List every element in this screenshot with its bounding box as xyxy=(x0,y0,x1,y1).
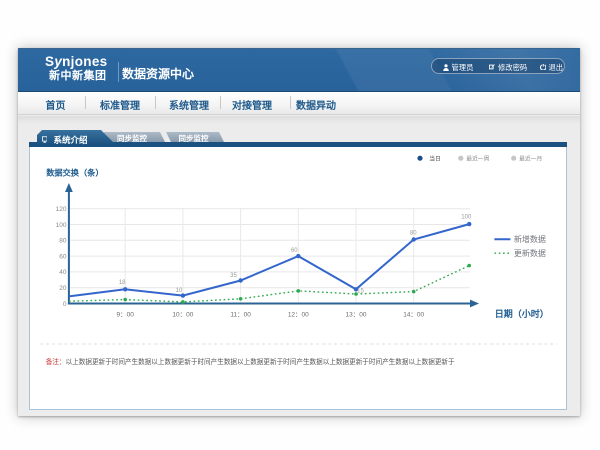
svg-text:40: 40 xyxy=(59,269,67,276)
svg-text:13：00: 13：00 xyxy=(345,312,366,319)
svg-text:日期（小时）: 日期（小时） xyxy=(495,308,549,319)
svg-text:100: 100 xyxy=(461,215,472,221)
svg-text:0: 0 xyxy=(63,301,67,308)
svg-text:100: 100 xyxy=(55,222,66,229)
svg-text:最近一周: 最近一周 xyxy=(466,155,489,163)
svg-text:20: 20 xyxy=(59,285,67,292)
svg-text:新增数据: 新增数据 xyxy=(514,234,546,244)
svg-text:更新数据: 更新数据 xyxy=(514,248,546,258)
svg-text:10：00: 10：00 xyxy=(172,312,193,319)
svg-text:数据交换（条）: 数据交换（条） xyxy=(46,168,103,178)
svg-text:15: 15 xyxy=(357,289,364,295)
svg-text:备注：以上数据更新于时间产生数据以上数据更新于时间产生数据以: 备注：以上数据更新于时间产生数据以上数据更新于时间产生数据以上数据更新于时间产生… xyxy=(46,357,455,366)
svg-text:12：00: 12：00 xyxy=(288,312,309,319)
svg-text:当日: 当日 xyxy=(429,155,441,163)
svg-text:60: 60 xyxy=(59,253,67,260)
svg-text:60: 60 xyxy=(291,248,298,254)
svg-text:35: 35 xyxy=(230,273,237,279)
svg-text:80: 80 xyxy=(410,231,417,237)
svg-text:18: 18 xyxy=(119,280,126,286)
svg-text:80: 80 xyxy=(59,238,67,245)
svg-text:9：00: 9：00 xyxy=(116,312,134,319)
svg-text:最近一月: 最近一月 xyxy=(519,155,542,163)
svg-text:120: 120 xyxy=(55,206,66,213)
svg-text:11：00: 11：00 xyxy=(230,312,251,319)
svg-text:14：00: 14：00 xyxy=(403,312,424,319)
svg-text:10: 10 xyxy=(175,288,182,294)
